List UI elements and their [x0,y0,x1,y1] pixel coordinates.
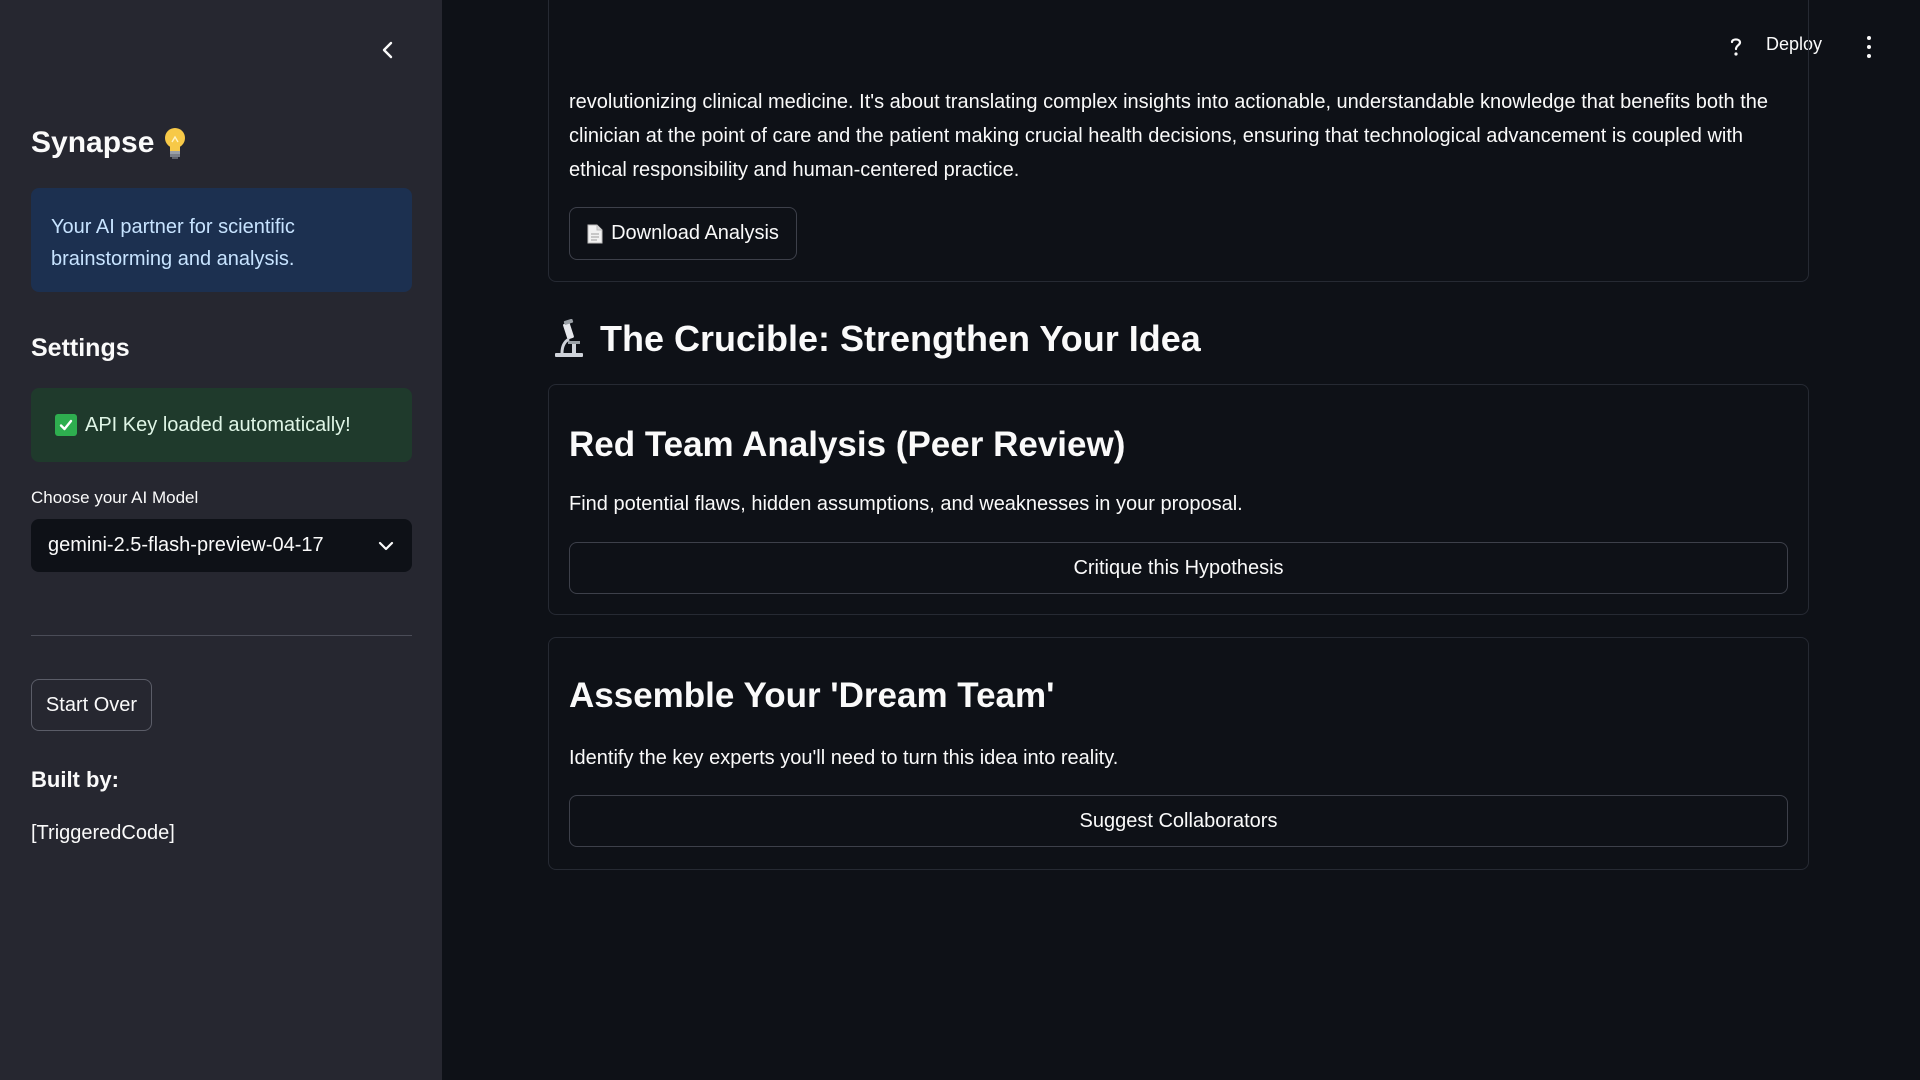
dream-team-card: Assemble Your 'Dream Team' Identify the … [548,637,1809,870]
author-text: [TriggeredCode] [31,822,175,844]
model-select[interactable]: gemini-2.5-flash-preview-04-17 [31,519,412,572]
critique-hypothesis-button[interactable]: Critique this Hypothesis [569,542,1788,594]
dream-team-description: Identify the key experts you'll need to … [569,747,1119,769]
chevron-down-icon [378,541,394,550]
built-by-label: Built by: [31,767,119,792]
start-over-button[interactable]: Start Over [31,679,152,731]
app-window: Synapse Your AI partner for scientific b… [0,0,1920,1080]
collapse-sidebar-button[interactable] [372,34,404,66]
suggest-collaborators-button[interactable]: Suggest Collaborators [569,795,1788,847]
crucible-heading-text: The Crucible: Strengthen Your Idea [600,318,1201,359]
model-select-value: gemini-2.5-flash-preview-04-17 [48,534,324,556]
api-status-box: API Key loaded automatically! [31,388,412,462]
tagline-text: Your AI partner for scientific brainstor… [51,216,295,270]
dream-team-title: Assemble Your 'Dream Team' [569,676,1055,715]
document-icon [587,224,603,243]
chevron-left-icon [382,41,393,59]
tagline-info-box: Your AI partner for scientific brainstor… [31,188,412,292]
download-analysis-label: Download Analysis [611,222,779,244]
app-title: Synapse [31,126,186,160]
red-team-description: Find potential flaws, hidden assumptions… [569,493,1243,515]
red-team-card: Red Team Analysis (Peer Review) Find pot… [548,384,1809,615]
lightbulb-icon [165,128,186,159]
red-team-title: Red Team Analysis (Peer Review) [569,425,1126,464]
download-analysis-button[interactable]: Download Analysis [569,207,797,260]
check-icon [55,414,77,436]
settings-heading: Settings [31,334,130,362]
api-status-text: API Key loaded automatically! [85,413,351,436]
sidebar: Synapse Your AI partner for scientific b… [0,0,442,1080]
microscope-icon [555,319,583,357]
more-vertical-icon[interactable] [1862,36,1876,58]
analysis-text: revolutionizing clinical medicine. It's … [569,91,1768,181]
app-title-text: Synapse [31,126,155,159]
model-select-label: Choose your AI Model [31,488,199,507]
crucible-heading: The Crucible: Strengthen Your Idea [552,318,1201,360]
sidebar-divider [31,635,412,636]
